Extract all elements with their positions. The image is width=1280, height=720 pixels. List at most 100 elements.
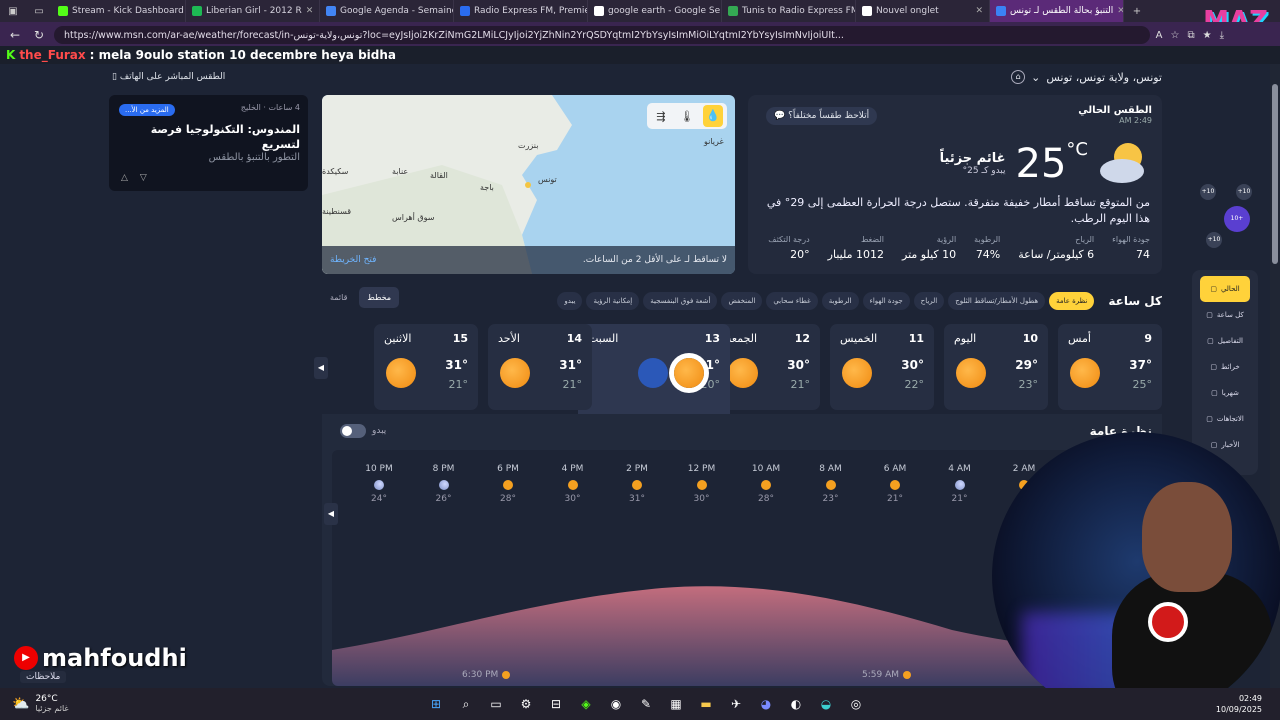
home-icon[interactable]: ⌂	[1011, 70, 1026, 84]
precipitation-icon[interactable]: 💧	[703, 105, 723, 127]
address-bar-row: ← ↻ https://www.msn.com/ar-ae/weather/fo…	[0, 22, 1280, 48]
close-icon[interactable]: ✕	[306, 6, 314, 16]
map-city-label: القالة	[430, 171, 448, 180]
feels-like-toggle[interactable]: يبدو	[340, 424, 386, 438]
filter-chip[interactable]: هطول الأمطار/تساقط الثلوج	[948, 292, 1046, 310]
day-card[interactable]: 11 الخميس 30° 22°	[830, 324, 934, 410]
taskbar-weather-widget[interactable]: ⛅ 26°C غائم جزئيا	[12, 694, 69, 713]
read-aloud-icon[interactable]: A	[1156, 30, 1163, 41]
stat-item[interactable]: الرطوبة 74%	[974, 235, 1000, 261]
day-number: 15	[452, 332, 468, 345]
app-icon[interactable]: ▦	[666, 694, 686, 714]
hours-prev-button[interactable]: ◀	[324, 503, 338, 525]
back-icon[interactable]: ←	[6, 28, 24, 42]
news-more-button[interactable]: المزيد من الأ...	[119, 104, 175, 116]
filter-chip[interactable]: يبدو	[557, 292, 583, 310]
stat-item[interactable]: الرياح 6 كيلومتر/ ساعة	[1018, 235, 1094, 261]
badge[interactable]: +10	[1236, 184, 1252, 200]
day-card[interactable]: 13 السبت 31° 20°	[578, 324, 730, 414]
search-icon[interactable]: ⌕	[456, 694, 476, 714]
browser-tab[interactable]: Tunis to Radio Express FM✕	[722, 0, 856, 22]
stat-item[interactable]: جودة الهواء 74	[1112, 235, 1150, 261]
browser-tab[interactable]: google earth - Google Se✕	[588, 0, 722, 22]
app-icon[interactable]: ⊟	[546, 694, 566, 714]
app-icon[interactable]: ◈	[576, 694, 596, 714]
extensions-icon[interactable]: ⧉	[1187, 30, 1194, 41]
new-tab-button[interactable]: +	[1124, 0, 1150, 22]
stat-item[interactable]: الرؤية 10 كيلو متر	[902, 235, 956, 261]
day-card[interactable]: 14 الأحد 31° 21°	[488, 324, 592, 410]
mobile-weather-link[interactable]: ▯ الطقس المباشر على الهاتف	[112, 72, 225, 82]
browser-tab[interactable]: Nouvel onglet ✕	[856, 0, 990, 22]
browser-tab[interactable]: Google Agenda - Semaine✕	[320, 0, 454, 22]
day-card[interactable]: 10 اليوم 29° 23°	[944, 324, 1048, 410]
list-view-button[interactable]: قائمة	[322, 287, 355, 308]
reload-icon[interactable]: ↻	[30, 28, 48, 42]
favorite-star-icon[interactable]: ☆	[1171, 30, 1180, 41]
filter-chip[interactable]: أشعة فوق البنفسجية	[643, 292, 718, 310]
tab-favicon	[58, 6, 68, 16]
location-selector[interactable]: تونس، ولاية تونس، تونس ⌄ ⌂	[1011, 70, 1162, 84]
hour-label: 4 AM	[948, 464, 971, 474]
app-icon[interactable]: ◎	[846, 694, 866, 714]
news-title[interactable]: المندوس: التكنولوجيا فرصة لتسريع	[117, 122, 300, 152]
edge-icon[interactable]: ◒	[816, 694, 836, 714]
feedback-button[interactable]: أتلاحظ طقساً مختلفاً؟ 💬	[766, 107, 878, 125]
filter-chip[interactable]: غطاء سحابي	[766, 292, 818, 310]
rail-item[interactable]: الحالي ▢	[1200, 276, 1250, 302]
filter-chip[interactable]: نظرة عامة	[1049, 292, 1095, 310]
filter-chip[interactable]: جودة الهواء	[862, 292, 910, 310]
browser-tab[interactable]: Liberian Girl - 2012 R ✕	[186, 0, 320, 22]
task-view-icon[interactable]: ▭	[486, 694, 506, 714]
thermometer-icon[interactable]: 🌡	[677, 110, 697, 123]
open-map-link[interactable]: فتح الخريطة	[330, 255, 376, 265]
chart-view-button[interactable]: مخطط	[359, 287, 400, 308]
filter-chip[interactable]: الرياح	[913, 292, 945, 310]
system-clock[interactable]: 02:49 10/09/2025	[1216, 693, 1262, 715]
browser-tab[interactable]: Stream - Kick Dashboard✕	[52, 0, 186, 22]
weather-map[interactable]: بنزرت عنابة القالة باجة تونس سكيكدة سوق أهراس ق…	[322, 95, 735, 274]
browser-tab[interactable]: التنبؤ بحالة الطقس لـ تونس✕	[990, 0, 1124, 22]
rail-item[interactable]: خرائط ▢	[1192, 354, 1258, 380]
days-prev-button[interactable]: ◀	[314, 357, 328, 379]
rail-item[interactable]: كل ساعة ▢	[1192, 302, 1258, 328]
tab-actions-icon[interactable]: ▭	[26, 0, 52, 22]
filter-chip[interactable]: المنخفض	[721, 292, 763, 310]
app-icon[interactable]: ⚙	[516, 694, 536, 714]
stat-item[interactable]: الضغط 1012 مليبار	[828, 235, 884, 261]
app-icon[interactable]: ◐	[786, 694, 806, 714]
stat-item[interactable]: درجة التكثف 20°	[768, 235, 809, 261]
like-icon[interactable]: △	[121, 173, 128, 183]
hour-column: 6 PM 28°	[483, 464, 533, 504]
day-card[interactable]: 12 الجمعة 30° 21°	[716, 324, 820, 410]
rail-item[interactable]: شهريا ▢	[1192, 380, 1258, 406]
badge[interactable]: +10	[1206, 232, 1222, 248]
downloads-icon[interactable]: ⤓	[1220, 30, 1224, 41]
wind-icon[interactable]: ⇶	[651, 110, 671, 123]
filter-chip[interactable]: الرطوبة	[821, 292, 859, 310]
news-card[interactable]: 4 ساعات · الخليج المزيد من الأ... المندو…	[109, 95, 308, 191]
workspaces-icon[interactable]: ▣	[0, 0, 26, 22]
rail-item[interactable]: التفاصيل ▢	[1192, 328, 1258, 354]
badge[interactable]: 10+	[1224, 206, 1250, 232]
day-card[interactable]: 15 الاثنين 31° 21°	[374, 324, 478, 410]
dislike-icon[interactable]: ▽	[140, 173, 147, 183]
folder-icon[interactable]: ▬	[696, 694, 716, 714]
app-icon[interactable]: ◉	[606, 694, 626, 714]
close-icon[interactable]: ✕	[975, 6, 983, 16]
discord-icon[interactable]: ◕	[756, 694, 776, 714]
start-icon[interactable]: ⊞	[426, 694, 446, 714]
day-number: 11	[908, 332, 924, 345]
address-bar[interactable]: https://www.msn.com/ar-ae/weather/foreca…	[54, 26, 1150, 44]
notes-button[interactable]: ملاحظات	[20, 671, 67, 683]
favorites-icon[interactable]: ★	[1203, 30, 1212, 41]
browser-tab[interactable]: Radio Express FM, Premier✕	[454, 0, 588, 22]
app-icon[interactable]: ✈	[726, 694, 746, 714]
app-icon[interactable]: ✎	[636, 694, 656, 714]
map-city-label: باجة	[480, 183, 494, 192]
close-icon[interactable]: ✕	[1117, 6, 1123, 16]
day-card[interactable]: 9 أمس 37° 25°	[1058, 324, 1162, 410]
rail-item[interactable]: الاتجاهات ▢	[1192, 406, 1258, 432]
filter-chip[interactable]: إمكانية الرؤية	[586, 292, 640, 310]
badge[interactable]: +10	[1200, 184, 1216, 200]
